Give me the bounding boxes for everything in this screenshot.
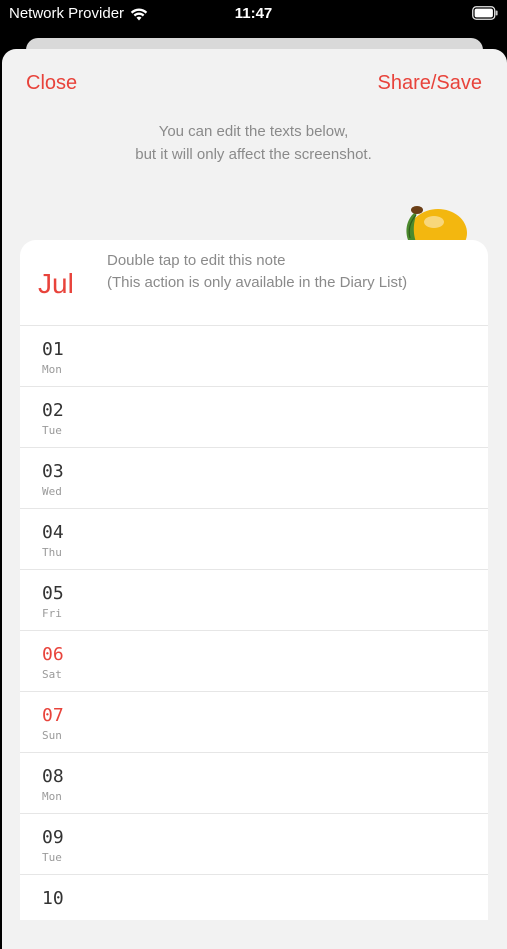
note-line-1: Double tap to edit this note (107, 252, 286, 269)
day-number: 10 (42, 888, 64, 909)
day-row[interactable]: 09 Tue (20, 814, 488, 875)
note-line-2: (This action is only available in the Di… (107, 274, 408, 291)
day-row[interactable]: 04 Thu (20, 509, 488, 570)
day-weekday: Tue (42, 851, 62, 864)
note-text[interactable]: Double tap to edit this note (This actio… (107, 250, 407, 294)
month-label: Jul (38, 268, 74, 299)
day-weekday: Wed (42, 485, 62, 498)
day-weekday: Fri (42, 607, 62, 620)
day-weekday: Sun (42, 729, 62, 742)
day-row[interactable]: 03 Wed (20, 448, 488, 509)
day-row-weekend[interactable]: 06 Sat (20, 631, 488, 692)
day-row[interactable]: 10 (20, 875, 488, 920)
close-button[interactable]: Close (26, 72, 77, 95)
day-number: 04 (42, 522, 64, 543)
day-number: 03 (42, 461, 64, 482)
day-number: 02 (42, 400, 64, 421)
day-row[interactable]: 08 Mon (20, 753, 488, 814)
day-weekday: Mon (42, 790, 62, 803)
day-number: 06 (42, 644, 64, 665)
share-save-button[interactable]: Share/Save (377, 72, 482, 95)
day-weekday: Thu (42, 546, 62, 559)
battery-icon (472, 6, 498, 20)
day-row[interactable]: 05 Fri (20, 570, 488, 631)
card-header[interactable]: Jul Double tap to edit this note (This a… (20, 240, 488, 326)
day-number: 08 (42, 766, 64, 787)
status-time: 11:47 (234, 5, 273, 22)
day-number: 01 (42, 339, 64, 360)
day-weekday: Tue (42, 424, 62, 437)
day-number: 07 (42, 705, 64, 726)
day-row[interactable]: 01 Mon (20, 326, 488, 387)
day-weekday: Sat (42, 668, 62, 681)
day-number: 05 (42, 583, 64, 604)
hint-line-1: You can edit the texts below, (158, 123, 349, 140)
day-number: 09 (42, 827, 64, 848)
day-row[interactable]: 02 Tue (20, 387, 488, 448)
day-weekday: Mon (42, 363, 62, 376)
hint-line-2: but it will only affect the screenshot. (135, 146, 372, 163)
day-row-weekend[interactable]: 07 Sun (20, 692, 488, 753)
diary-card: Jul Double tap to edit this note (This a… (20, 240, 488, 920)
status-bar: Network Provider 11:47 (0, 0, 507, 28)
